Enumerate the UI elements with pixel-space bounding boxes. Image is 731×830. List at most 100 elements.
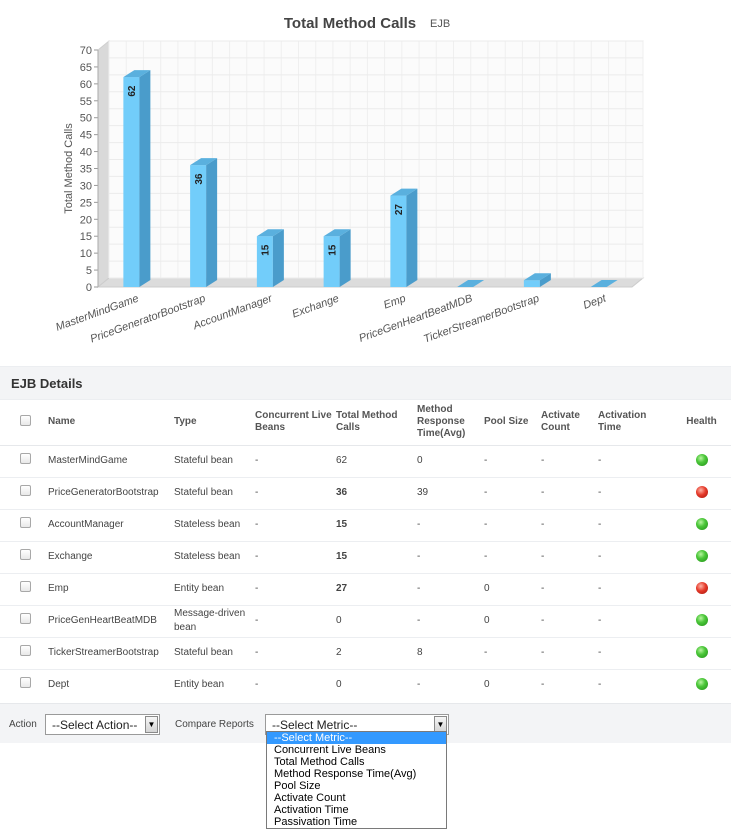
activate-count: - [541,637,598,670]
row-checkbox-cell [0,541,48,574]
row-checkbox-cell [0,669,48,701]
metric-option[interactable]: Passivation Time [267,816,446,828]
chart-plot-area: 0 5 10 15 20 25 30 35 40 45 50 55 60 65 70 Total Method… [54,39,645,346]
total-method-calls: 36 [336,477,417,510]
method-response-time: - [417,541,484,574]
total-method-calls: 15 [336,541,417,574]
bean-name: MasterMindGame [48,445,174,478]
x-tick-label: PriceGeneratorBootstrap [89,293,207,346]
bean-name: Exchange [48,541,174,574]
pool-size: 0 [484,679,490,691]
row-checkbox[interactable] [20,677,31,689]
activate-count: - [541,541,598,574]
y-tick-label: 10 [80,248,92,260]
health-cell [676,477,731,510]
table-row[interactable]: Dept Entity bean - 0 - 0 - - [0,669,731,701]
chart-subtitle: EJB [430,18,450,30]
section-title: EJB Details [11,376,83,391]
bean-type: Stateful bean [174,477,255,510]
row-checkbox[interactable] [20,485,31,496]
row-checkbox-cell [0,637,48,670]
metric-option[interactable]: Total Method Calls [267,756,446,768]
table-row[interactable]: AccountManager Stateless bean -15- - - - [0,509,731,542]
bean-name: PriceGenHeartBeatMDB [48,605,174,638]
metric-option[interactable]: Activate Count [267,792,446,804]
health-cell [676,669,731,701]
table-row[interactable]: MasterMindGame Stateful bean -62 0- - - [0,445,731,478]
table-row[interactable]: Exchange Stateless bean -15- - - - [0,541,731,574]
activate-count: - [541,573,598,606]
activation-time: - [598,637,676,670]
metric-option[interactable]: Pool Size [267,780,446,792]
health-ok-icon [695,549,708,562]
pool-size: 0 [484,573,541,606]
table-row[interactable]: TickerStreamerBootstrap Stateful bean -2 8-… [0,637,731,670]
pool-size-column-header[interactable]: Pool Size [484,400,541,446]
concurrent-live-beans: - [255,509,336,542]
metric-option[interactable]: --Select Metric-- [267,732,446,744]
bean-type: Stateful bean [174,637,255,670]
row-checkbox[interactable] [20,549,31,560]
row-checkbox[interactable] [20,581,31,592]
row-checkbox[interactable] [20,645,31,656]
response-time-column-header[interactable]: Method Response Time(Avg) [417,400,484,446]
bean-name: PriceGeneratorBootstrap [48,477,174,510]
metric-option[interactable]: Method Response Time(Avg) [267,768,446,780]
table-row[interactable]: Emp Entity bean -27-0- - [0,573,731,606]
bar [256,236,273,287]
row-checkbox-cell [0,573,48,606]
x-tick-label: TickerStreamerBootstrap [422,293,541,346]
bean-name: Dept [48,679,70,691]
activate-count: - [541,509,598,542]
bar-side [272,229,284,287]
y-tick-label: 50 [80,113,92,125]
x-tick-label: Dept [582,292,609,312]
name-column-header[interactable]: Name [48,400,174,446]
total-method-calls: 0 [336,605,417,638]
bar-side [206,158,218,287]
total-calls-column-header[interactable]: Total Method Calls [336,400,417,446]
table-row[interactable]: PriceGeneratorBootstrap Stateful bean - 36 3… [0,477,731,510]
y-tick-label: 30 [80,180,92,192]
health-cell [676,605,731,638]
health-ok-icon [695,645,708,658]
y-tick-label: 65 [80,62,92,74]
activation-time-column-header[interactable]: Activation Time [598,400,676,446]
y-tick-label: 45 [80,130,92,142]
chart-title: Total Method Calls [284,15,416,32]
bar-side [139,70,151,287]
y-tick-label: 15 [80,231,92,243]
chevron-down-icon[interactable]: ▼ [145,716,158,733]
health-ok-icon [695,613,708,626]
concurrent-live-beans: - [255,541,336,574]
health-cell [676,445,731,478]
ejb-details-header: EJB Details [0,366,731,400]
concurrent-column-header[interactable]: Concurrent Live Beans [255,400,336,446]
activation-time: - [598,573,676,606]
y-tick-label: 5 [86,265,92,277]
row-checkbox[interactable] [20,613,31,624]
ejb-details-table: Name Type Concurrent Live Beans Total Me… [0,400,731,701]
method-response-time: - [417,509,484,542]
chart-floor [96,277,645,288]
metric-option[interactable]: Activation Time [267,804,446,816]
method-response-time: - [417,679,421,691]
row-checkbox-cell [0,445,48,478]
total-method-calls-chart: Total Method Calls EJB 0 5 10 15 20 25 30 35 40 4… [54,15,645,346]
bean-type: Stateful bean [174,445,255,478]
total-method-calls: 0 [336,679,342,691]
metric-option[interactable]: Concurrent Live Beans [267,744,446,756]
pool-size: - [484,445,541,478]
health-column-header[interactable]: Health [676,400,731,446]
activate-count-column-header[interactable]: Activate Count [541,400,598,446]
method-response-time: 39 [417,477,484,510]
bar [523,280,540,287]
row-checkbox[interactable] [20,453,31,464]
type-column-header[interactable]: Type [174,400,255,446]
table-row[interactable]: PriceGenHeartBeatMDB Message-driven bean -… [0,605,731,638]
pool-size: - [484,477,541,510]
select-all-checkbox[interactable] [20,414,31,426]
bean-name: AccountManager [48,509,174,542]
action-select[interactable]: --Select Action-- ▼ [45,714,160,735]
row-checkbox[interactable] [20,517,31,528]
